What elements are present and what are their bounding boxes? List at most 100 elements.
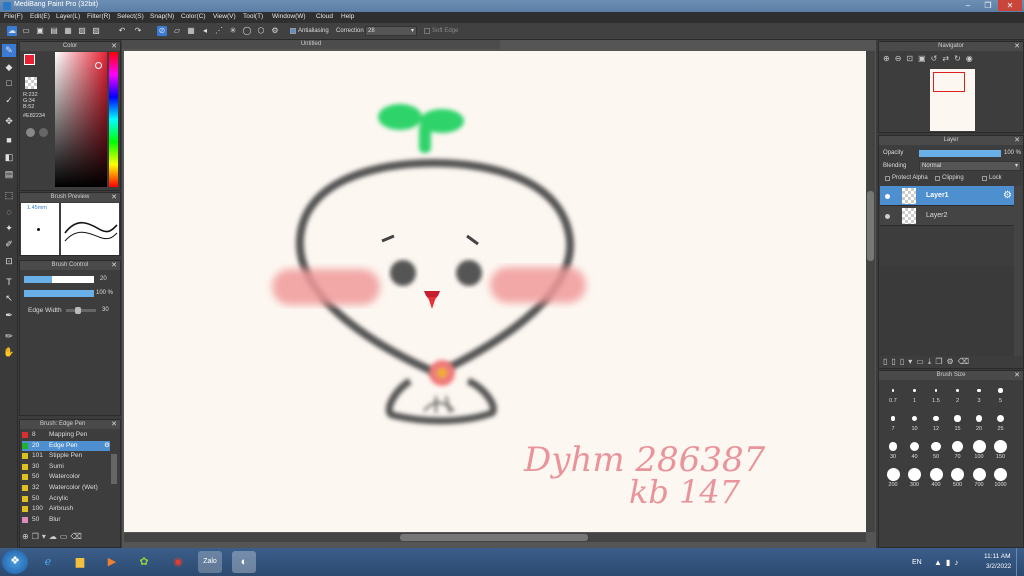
- undo-icon[interactable]: ↶: [117, 26, 127, 36]
- eyedropper-tool-icon[interactable]: ✒: [2, 309, 16, 322]
- media-player-icon[interactable]: ▶: [100, 551, 124, 573]
- add-brush-icon[interactable]: ⊕: [22, 532, 32, 541]
- zoom-in-icon[interactable]: ⊕: [883, 54, 895, 63]
- language-indicator[interactable]: EN: [912, 559, 922, 566]
- reset-view-icon[interactable]: ◉: [966, 54, 978, 63]
- canvas-vertical-scrollbar[interactable]: [866, 51, 875, 532]
- brush-tool-icon[interactable]: ✎: [2, 44, 16, 57]
- layer-settings-icon[interactable]: ⚙: [947, 357, 958, 366]
- gear-icon[interactable]: ⚙: [1003, 190, 1012, 201]
- menu-layer[interactable]: Layer(L): [56, 13, 80, 20]
- layer-row[interactable]: Layer1 ⚙: [880, 186, 1014, 206]
- curve-snap-icon[interactable]: ⬡: [256, 26, 266, 36]
- rotate-right-icon[interactable]: ↻: [954, 54, 966, 63]
- transform-icon[interactable]: ▧: [77, 26, 87, 36]
- primary-color-swatch[interactable]: [24, 54, 35, 65]
- close-icon[interactable]: ✕: [111, 261, 117, 270]
- brush-size-cell[interactable]: 3: [969, 383, 989, 409]
- brush-list-scrollbar[interactable]: [111, 454, 117, 484]
- brush-size-cell[interactable]: 1: [905, 383, 925, 409]
- dot-tool-icon[interactable]: □: [2, 77, 16, 90]
- brush-size-cell[interactable]: 40: [905, 439, 925, 465]
- close-button[interactable]: ✕: [998, 0, 1022, 11]
- move-tool-icon[interactable]: ✥: [2, 115, 16, 128]
- canvas-tab[interactable]: Untitled: [122, 40, 500, 49]
- clipping-checkbox[interactable]: [935, 176, 940, 181]
- redo-icon[interactable]: ↷: [133, 26, 143, 36]
- radial-snap-icon[interactable]: ◂: [200, 26, 210, 36]
- lock-checkbox[interactable]: [982, 176, 987, 181]
- radial-line-snap-icon[interactable]: ✳: [228, 26, 238, 36]
- hand-tool-icon[interactable]: ✋: [2, 346, 16, 359]
- operation-tool-icon[interactable]: ↖: [2, 292, 16, 305]
- select-tool-icon[interactable]: ⬚: [2, 189, 16, 202]
- bucket-tool-icon[interactable]: ◧: [2, 151, 16, 164]
- color-picker-cursor[interactable]: [95, 62, 102, 69]
- medibang-taskbar-icon[interactable]: ◐: [232, 551, 256, 573]
- hue-slider[interactable]: [109, 52, 118, 187]
- protect-alpha-checkbox[interactable]: [885, 176, 890, 181]
- flip-icon[interactable]: ⇄: [942, 54, 954, 63]
- horizontal-scroll-thumb[interactable]: [400, 534, 588, 541]
- brush-size-cell[interactable]: 12: [926, 411, 946, 437]
- brush-size-cell[interactable]: 2: [948, 383, 968, 409]
- pen-tool-icon[interactable]: ✏: [2, 330, 16, 343]
- gear-icon[interactable]: ⚙: [104, 441, 110, 451]
- vertical-scroll-thumb[interactable]: [867, 191, 874, 261]
- copy-brush-icon[interactable]: ❐: [32, 532, 42, 541]
- brush-size-cell[interactable]: 25: [991, 411, 1011, 437]
- fit-icon[interactable]: ⊡: [906, 54, 918, 63]
- grid-icon[interactable]: ▦: [63, 26, 73, 36]
- layer-row[interactable]: Layer2: [880, 206, 1014, 226]
- internet-explorer-icon[interactable]: ℯ: [36, 551, 60, 573]
- brush-list-item[interactable]: 30 Sumi: [22, 462, 110, 472]
- selection-pen-icon[interactable]: ✓: [2, 94, 16, 107]
- brush-size-cell[interactable]: 400: [926, 467, 946, 493]
- color-wheel-icon[interactable]: [26, 128, 35, 137]
- delete-layer-icon[interactable]: ⌫: [958, 357, 973, 366]
- close-icon[interactable]: ✕: [111, 420, 117, 429]
- visibility-eye-icon[interactable]: [885, 214, 890, 219]
- menu-color[interactable]: Color(C): [181, 13, 206, 20]
- blending-select[interactable]: Normal ▾: [919, 161, 1021, 171]
- new-file-icon[interactable]: ▭: [21, 26, 31, 36]
- parallel-snap-icon[interactable]: ▱: [172, 26, 182, 36]
- brush-size-cell[interactable]: 0.7: [883, 383, 903, 409]
- menu-tool[interactable]: Tool(T): [243, 13, 263, 20]
- minimize-button[interactable]: –: [958, 0, 978, 11]
- brush-list-item[interactable]: 20 Edge Pen ⚙: [22, 440, 110, 451]
- zalo-icon[interactable]: Zalo: [198, 551, 222, 573]
- brush-list-item[interactable]: 8 Mapping Pen: [22, 430, 110, 440]
- new-halftone-layer-icon[interactable]: ▯: [891, 357, 899, 366]
- brush-opacity-slider[interactable]: [24, 290, 94, 297]
- softedge-checkbox[interactable]: [424, 28, 430, 34]
- close-icon[interactable]: ✕: [1014, 42, 1020, 51]
- start-button-icon[interactable]: ❖: [2, 550, 28, 574]
- brush-size-cell[interactable]: 200: [883, 467, 903, 493]
- menu-edit[interactable]: Edit(E): [30, 13, 50, 20]
- grid-snap-icon[interactable]: ▦: [186, 26, 196, 36]
- menu-window[interactable]: Window(W): [272, 13, 306, 20]
- brush-size-cell[interactable]: 1.5: [926, 383, 946, 409]
- brush-list-item[interactable]: 101 Stipple Pen: [22, 451, 110, 461]
- brush-list-item[interactable]: 50 Acrylic: [22, 494, 110, 504]
- brush-size-cell[interactable]: 50: [926, 439, 946, 465]
- brush-size-slider[interactable]: [24, 276, 94, 283]
- visibility-eye-icon[interactable]: [885, 194, 890, 199]
- brush-size-cell[interactable]: 5: [991, 383, 1011, 409]
- fill-rect-icon[interactable]: ■: [2, 134, 16, 147]
- brush-size-cell[interactable]: 7: [883, 411, 903, 437]
- brush-add-menu-icon[interactable]: ▾: [42, 532, 49, 541]
- brush-size-cell[interactable]: 500: [948, 467, 968, 493]
- open-file-icon[interactable]: ▣: [35, 26, 45, 36]
- brush-list-item[interactable]: 50 Watercolor: [22, 472, 110, 482]
- menu-cloud[interactable]: Cloud: [316, 13, 333, 20]
- gradient-tool-icon[interactable]: ▤: [2, 168, 16, 181]
- close-icon[interactable]: ✕: [1014, 371, 1020, 380]
- canvas-horizontal-scrollbar[interactable]: [124, 533, 866, 542]
- edge-width-handle[interactable]: [75, 307, 81, 314]
- brush-list-item[interactable]: 100 Airbrush: [22, 504, 110, 514]
- color-settings-icon[interactable]: [39, 128, 48, 137]
- tray-icons[interactable]: ▲▮♪: [934, 558, 962, 567]
- magic-wand-icon[interactable]: ✦: [2, 222, 16, 235]
